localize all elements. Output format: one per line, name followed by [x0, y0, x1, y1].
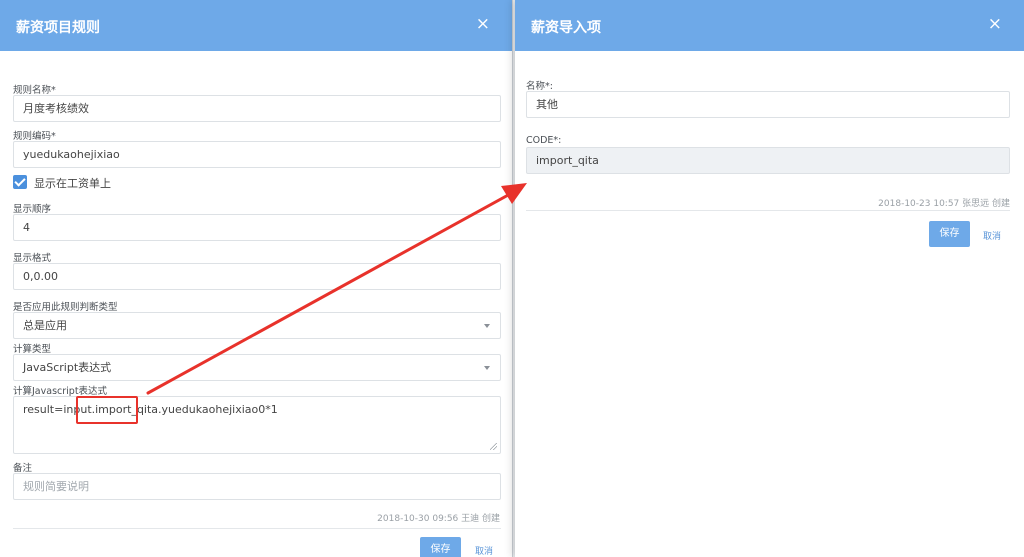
salary-rule-dialog: 薪资项目规则 × 规则名称* 月度考核绩效 规则编码* yuedukaoheji… [0, 0, 513, 557]
display-format-label: 显示格式 [13, 253, 52, 264]
apply-rule-type-select[interactable]: 总是应用 [13, 312, 501, 339]
left-dialog-title: 薪资项目规则 [16, 20, 100, 36]
show-on-payslip-label: 显示在工资单上 [34, 177, 111, 190]
remark-label: 备注 [13, 463, 33, 474]
right-created-meta: 2018-10-23 10:57 张思远 创建 [878, 199, 1010, 209]
left-dialog-header: 薪资项目规则 × [0, 0, 512, 51]
annotation-highlight-box [76, 396, 138, 424]
show-on-payslip-checkbox[interactable] [13, 175, 27, 189]
code-input[interactable]: import_qita [526, 147, 1010, 174]
code-label: CODE*: [526, 135, 562, 146]
right-dialog-title: 薪资导入项 [531, 20, 601, 36]
name-label: 名称*: [526, 81, 553, 92]
js-expression-text: result=input.import_qita.yuedukaohejixia… [23, 403, 278, 416]
right-close-icon[interactable]: × [988, 15, 1002, 33]
right-save-button[interactable]: 保存 [929, 221, 970, 247]
display-order-label: 显示顺序 [13, 204, 52, 215]
left-cancel-link[interactable]: 取消 [475, 544, 493, 557]
right-cancel-link[interactable]: 取消 [983, 229, 1001, 242]
left-save-button[interactable]: 保存 [420, 537, 461, 557]
rule-code-label: 规则编码* [13, 131, 56, 142]
js-expression-label: 计算Javascript表达式 [13, 386, 108, 397]
resize-grip-icon[interactable] [490, 443, 497, 450]
left-created-meta: 2018-10-30 09:56 王迪 创建 [377, 514, 500, 524]
display-order-input[interactable]: 4 [13, 214, 501, 241]
rule-code-input[interactable]: yuedukaohejixiao [13, 141, 501, 168]
remark-input[interactable]: 规则简要说明 [13, 473, 501, 500]
right-divider [526, 210, 1010, 211]
name-input[interactable]: 其他 [526, 91, 1010, 118]
left-close-icon[interactable]: × [476, 15, 490, 33]
calc-type-label: 计算类型 [13, 344, 52, 355]
rule-name-label: 规则名称* [13, 85, 56, 96]
right-dialog-header: 薪资导入项 × [515, 0, 1024, 51]
display-format-input[interactable]: 0,0.00 [13, 263, 501, 290]
left-divider [13, 528, 501, 529]
salary-import-item-dialog: 薪资导入项 × 名称*: 其他 CODE*: import_qita 2018-… [515, 0, 1024, 557]
apply-rule-type-label: 是否应用此规则判断类型 [13, 302, 118, 313]
rule-name-input[interactable]: 月度考核绩效 [13, 95, 501, 122]
calc-type-select[interactable]: JavaScript表达式 [13, 354, 501, 381]
